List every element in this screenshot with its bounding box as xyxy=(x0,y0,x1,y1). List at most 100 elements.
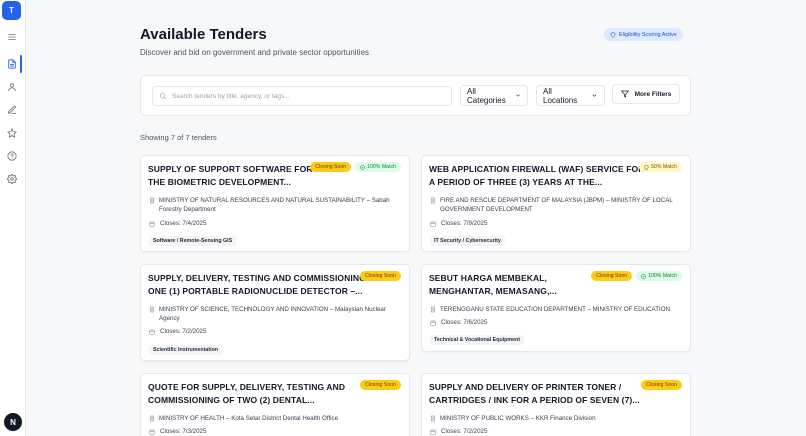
tender-title[interactable]: SUPPLY AND DELIVERY OF PRINTER TONER / C… xyxy=(429,381,640,407)
tender-card[interactable]: SUPPLY AND DELIVERY OF PRINTER TONER / C… xyxy=(421,373,691,436)
tender-title-line: QUOTE FOR SUPPLY, DELIVERY, TESTING AND xyxy=(148,382,346,392)
tender-card[interactable]: QUOTE FOR SUPPLY, DELIVERY, TESTING AND … xyxy=(140,373,410,436)
agency-name: MINISTRY OF SCIENCE, TECHNOLOGY AND INNO… xyxy=(159,306,386,313)
category-tag: Technical & Vocational Equipment xyxy=(430,335,525,345)
agency-name: Forestry Department xyxy=(159,206,216,213)
match-label: 100% Match xyxy=(367,164,396,170)
tender-card[interactable]: SUPPLY, DELIVERY, TESTING AND COMMISSION… xyxy=(140,264,410,361)
search-input[interactable] xyxy=(172,92,442,100)
match-badge: 50% Match xyxy=(639,162,682,172)
match-badge: 100% Match xyxy=(636,271,682,281)
tender-title-line: ONE (1) PORTABLE RADIONUCLIDE DETECTOR –… xyxy=(148,286,363,296)
tender-badges: Closing Soon 100% Match xyxy=(310,162,401,172)
closing-soon-badge: Closing Soon xyxy=(591,271,633,281)
tender-title[interactable]: SEBUT HARGA MEMBEKAL, MENGHANTAR, MEMASA… xyxy=(429,272,557,298)
tender-badges: Closing Soon xyxy=(360,271,401,281)
closing-soon-badge: Closing Soon xyxy=(360,271,401,281)
tender-title-line: THE BIOMETRIC DEVELOPMENT... xyxy=(148,177,292,187)
agency-name: MINISTRY OF PUBLIC WORKS – KKR Finance D… xyxy=(440,415,596,422)
chevron-down-icon xyxy=(516,94,520,97)
closing-date-row: Closes: 7/2/2025 xyxy=(430,428,487,435)
tender-title-line: SUPPLY OF SUPPORT SOFTWARE FOR xyxy=(148,164,313,174)
closing-soon-badge: Closing Soon xyxy=(641,380,682,390)
closing-date-row: Closes: 7/4/2025 xyxy=(149,220,206,227)
building-icon xyxy=(431,306,435,313)
building-icon xyxy=(150,306,154,313)
calendar-icon xyxy=(430,429,436,435)
closing-date-row: Closes: 7/6/2025 xyxy=(430,319,487,326)
tender-title-line: SEBUT HARGA MEMBEKAL, xyxy=(429,273,547,283)
calendar-icon xyxy=(430,221,436,227)
search-icon xyxy=(160,93,167,100)
settings-icon xyxy=(7,174,17,184)
calendar-icon xyxy=(430,320,436,326)
category-tag: IT Security / Cybersecurity xyxy=(430,236,505,246)
category-select-value: All Categories xyxy=(467,86,506,105)
agency-row: MINISTRY OF HEALTH – Kota Setar District… xyxy=(149,414,338,423)
agency-row: TERENGGANU STATE EDUCATION DEPARTMENT – … xyxy=(430,305,670,314)
page-subtitle: Discover and bid on government and priva… xyxy=(140,48,370,57)
calendar-icon xyxy=(149,329,155,335)
tender-title-line: CARTRIDGES / INK FOR A PERIOD OF SEVEN (… xyxy=(429,395,640,405)
match-badge: 100% Match xyxy=(355,162,401,172)
active-indicator xyxy=(20,55,22,73)
edit-icon xyxy=(7,105,17,114)
tender-title-line: WEB APPLICATION FIREWALL (WAF) SERVICE F… xyxy=(429,164,645,174)
page-title: Available Tenders xyxy=(140,26,267,43)
closing-soon-badge: Closing Soon xyxy=(310,162,352,172)
star-icon xyxy=(7,128,17,138)
match-label: 50% Match xyxy=(651,164,677,170)
tender-title[interactable]: SUPPLY OF SUPPORT SOFTWARE FOR THE BIOME… xyxy=(148,163,313,189)
filter-icon xyxy=(620,90,629,98)
check-circle-icon xyxy=(360,164,365,170)
building-icon xyxy=(150,197,154,204)
tender-title-line: SUPPLY AND DELIVERY OF PRINTER TONER / xyxy=(429,382,622,392)
sidebar-item-tenders[interactable] xyxy=(3,55,22,73)
more-filters-button[interactable]: More Filters xyxy=(612,84,680,104)
tender-title[interactable]: QUOTE FOR SUPPLY, DELIVERY, TESTING AND … xyxy=(148,381,345,407)
location-select[interactable]: All Locations xyxy=(536,85,605,106)
agency-name: Agency xyxy=(159,315,180,322)
closing-date: Closes: 7/3/2025 xyxy=(160,428,207,435)
app-logo[interactable]: T xyxy=(2,1,21,20)
tender-badges: Closing Soon xyxy=(360,380,401,390)
building-icon xyxy=(150,415,154,422)
sidebar-item-edit[interactable] xyxy=(3,101,21,119)
tender-title-line: COMMISSIONING OF TWO (2) DENTAL... xyxy=(148,395,315,405)
tender-title[interactable]: SUPPLY, DELIVERY, TESTING AND COMMISSION… xyxy=(148,272,366,298)
eligibility-badge-label: Eligibility Scoring Active xyxy=(619,31,677,38)
user-avatar[interactable]: N xyxy=(4,413,22,431)
tender-badges: 50% Match xyxy=(639,162,682,172)
menu-button[interactable] xyxy=(3,28,21,46)
help-icon xyxy=(7,151,17,161)
tender-card[interactable]: SUPPLY OF SUPPORT SOFTWARE FOR THE BIOME… xyxy=(140,155,410,252)
agency-row: FIRE AND RESCUE DEPARTMENT OF MALAYSIA (… xyxy=(430,196,673,214)
results-count: Showing 7 of 7 tenders xyxy=(140,133,217,142)
calendar-icon xyxy=(149,221,155,227)
agency-name: FIRE AND RESCUE DEPARTMENT OF MALAYSIA (… xyxy=(440,197,673,204)
tender-badges: Closing Soon 100% Match xyxy=(591,271,682,281)
match-label: 100% Match xyxy=(648,273,677,279)
search-box[interactable] xyxy=(152,86,452,106)
building-icon xyxy=(431,415,435,422)
shield-icon xyxy=(610,31,616,38)
filter-panel: All Categories All Locations More Filter… xyxy=(140,75,691,116)
tender-title-line: A PERIOD OF THREE (3) YEARS AT THE... xyxy=(429,177,603,187)
tender-card[interactable]: WEB APPLICATION FIREWALL (WAF) SERVICE F… xyxy=(421,155,691,252)
category-tag: Scientific Instrumentation xyxy=(149,345,223,355)
check-circle-icon xyxy=(641,273,646,279)
closing-date: Closes: 7/2/2025 xyxy=(441,428,488,435)
agency-row: MINISTRY OF NATURAL RESOURCES AND NATURA… xyxy=(149,196,390,214)
agency-name: GOVERNMENT DEVELOPMENT xyxy=(440,206,533,213)
sidebar-item-settings[interactable] xyxy=(3,170,21,188)
sidebar-item-help[interactable] xyxy=(3,147,21,165)
sidebar-item-favorites[interactable] xyxy=(3,124,21,142)
tender-card[interactable]: SEBUT HARGA MEMBEKAL, MENGHANTAR, MEMASA… xyxy=(421,264,691,352)
tender-title[interactable]: WEB APPLICATION FIREWALL (WAF) SERVICE F… xyxy=(429,163,644,189)
category-select[interactable]: All Categories xyxy=(460,85,528,106)
sidebar-item-profile[interactable] xyxy=(3,78,21,96)
agency-name: MINISTRY OF HEALTH – Kota Setar District… xyxy=(159,415,339,422)
closing-date: Closes: 7/4/2025 xyxy=(160,220,207,227)
tender-title-line: MENGHANTAR, MEMASANG,... xyxy=(429,286,557,296)
location-select-value: All Locations xyxy=(543,86,578,105)
